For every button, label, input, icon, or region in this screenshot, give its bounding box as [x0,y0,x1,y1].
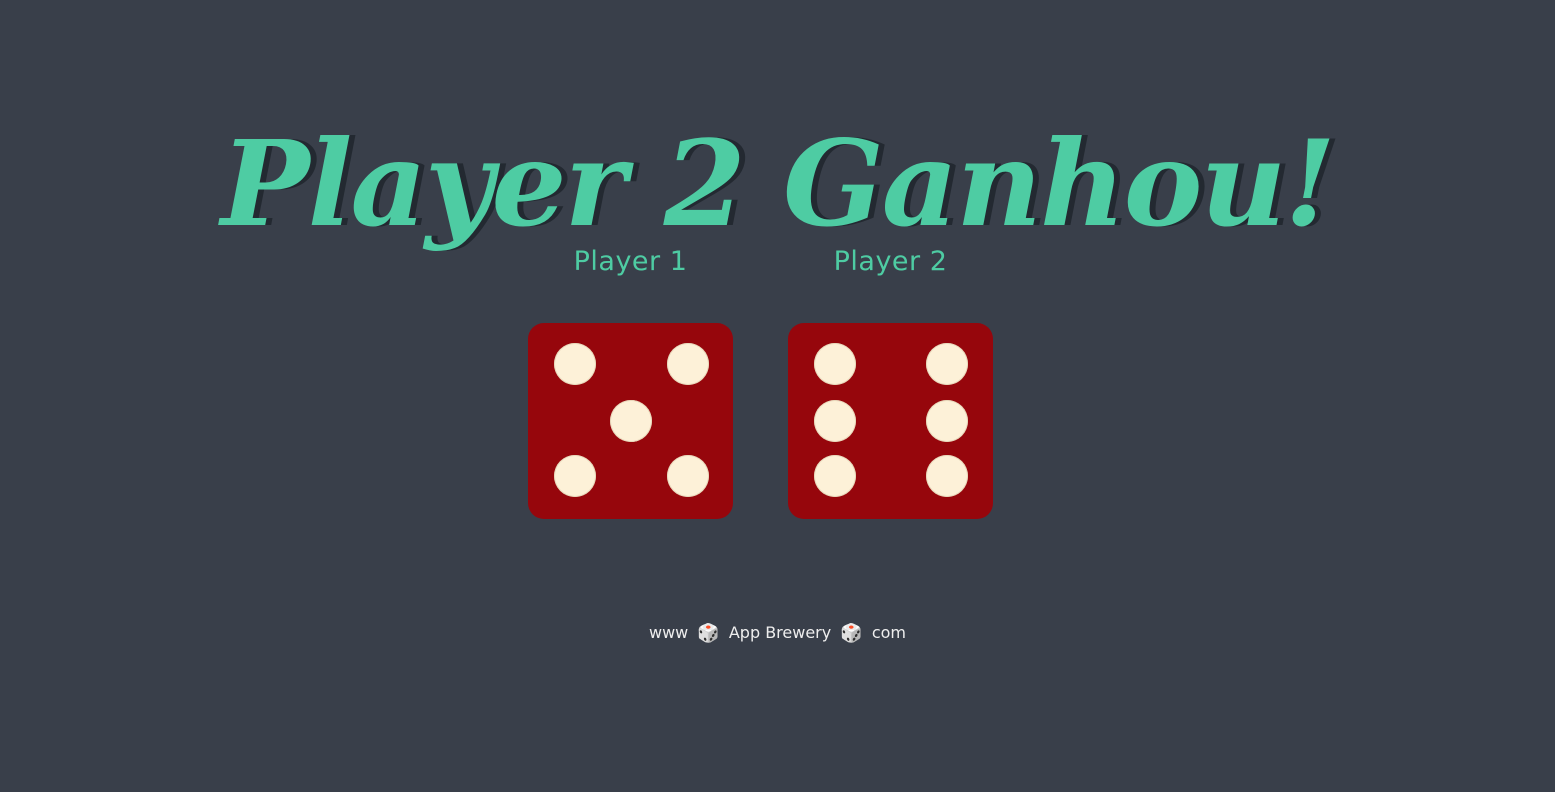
die-pip [926,455,968,497]
page-title: Player 2 Ganhou! [220,114,1336,254]
footer-brand: App Brewery [728,623,832,642]
player-1-label: Player 1 [573,246,688,277]
player-2-die [788,323,993,519]
die-pip [814,400,856,442]
player-1-die [528,323,733,519]
dice-icon: 🎲 [697,623,720,644]
die-pip [814,343,856,385]
player-2-panel: Player 2 [788,240,993,519]
die-pip [610,400,652,442]
die-pip [926,400,968,442]
die-pip [926,343,968,385]
player-2-label: Player 2 [833,246,948,277]
footer-com: com [871,623,907,642]
die-pip [667,343,709,385]
footer: www 🎲 App Brewery 🎲 com [0,620,1555,647]
footer-www: www [648,623,689,642]
die-pip [554,343,596,385]
die-pip [814,455,856,497]
player-1-panel: Player 1 [528,240,733,519]
dice-icon: 🎲 [840,623,863,644]
die-pip [667,455,709,497]
die-pip [554,455,596,497]
